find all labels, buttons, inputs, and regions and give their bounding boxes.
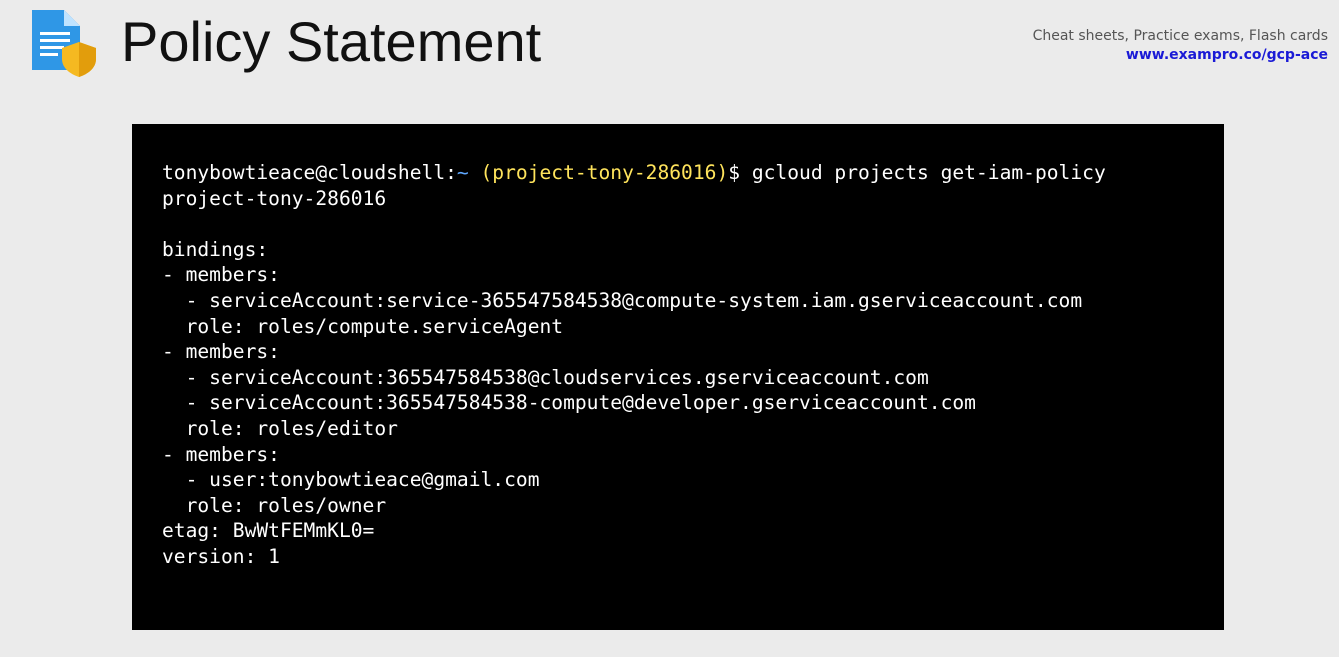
terminal-output-line: - serviceAccount:service-365547584538@co…: [162, 288, 1083, 312]
terminal-output-line: - serviceAccount:365547584538@cloudservi…: [162, 365, 929, 389]
terminal-output-line: etag: BwWtFEMmKL0=: [162, 519, 375, 543]
terminal-output-line: - members:: [162, 340, 280, 364]
terminal-output-line: - serviceAccount:365547584538-compute@de…: [162, 391, 976, 415]
terminal-output-line: role: roles/editor: [162, 416, 398, 440]
page-title: Policy Statement: [121, 10, 542, 73]
terminal-prompt-line: tonybowtieace@cloudshell:~ (project-tony…: [162, 160, 1224, 186]
prompt-dir: ~: [456, 161, 469, 184]
terminal-command-continuation: project-tony-286016: [162, 186, 387, 210]
document-shield-icon: [32, 10, 96, 77]
terminal-output-line: role: roles/compute.serviceAgent: [162, 314, 564, 338]
terminal-output-line: version: 1: [162, 544, 280, 568]
prompt-user-host: tonybowtieace@cloudshell:: [162, 161, 457, 184]
terminal-output-line: bindings:: [162, 237, 269, 261]
terminal-output-line: role: roles/owner: [162, 493, 387, 517]
terminal-output-line: - user:tonybowtieace@gmail.com: [162, 468, 540, 492]
promo-link[interactable]: www.exampro.co/gcp-ace: [1033, 46, 1328, 65]
terminal-output-line: - members:: [162, 442, 280, 466]
terminal-command: gcloud projects get-iam-policy: [751, 161, 1106, 184]
prompt-project: (project-tony-286016): [480, 161, 729, 184]
promo-tagline: Cheat sheets, Practice exams, Flash card…: [1032, 28, 1328, 44]
terminal-output-line: - members:: [162, 263, 280, 287]
prompt-symbol: $: [728, 161, 741, 184]
promo-block: Cheat sheets, Practice exams, Flash card…: [1033, 27, 1328, 65]
terminal-window: tonybowtieace@cloudshell:~ (project-tony…: [132, 124, 1224, 630]
terminal-output: bindings: - members: - serviceAccount:se…: [162, 211, 1224, 569]
